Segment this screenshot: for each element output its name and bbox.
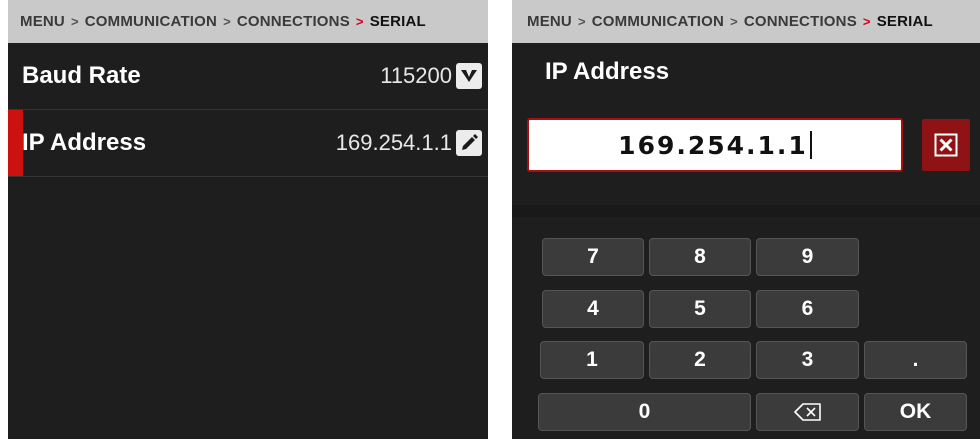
breadcrumb-separator-active: > [355, 14, 364, 29]
ip-address-edit-button[interactable] [456, 130, 482, 156]
key-5[interactable]: 5 [649, 290, 751, 328]
breadcrumb-separator: > [577, 14, 586, 29]
baud-rate-value: 115200 [380, 63, 452, 88]
clear-button[interactable] [922, 119, 970, 171]
row-divider [8, 176, 488, 177]
key-6[interactable]: 6 [756, 290, 859, 328]
key-decimal-point[interactable]: . [864, 341, 967, 379]
chevron-down-icon [461, 70, 477, 82]
text-caret [809, 131, 812, 159]
baud-rate-dropdown-button[interactable] [456, 63, 482, 89]
editor-title: IP Address [545, 58, 670, 85]
key-8[interactable]: 8 [649, 238, 751, 276]
ip-address-input-text: 169.254.1.1 [618, 130, 808, 160]
breadcrumb-menu[interactable]: MENU [527, 13, 572, 30]
key-2[interactable]: 2 [649, 341, 751, 379]
backspace-icon [793, 403, 821, 421]
baud-rate-label: Baud Rate [22, 62, 141, 89]
key-0[interactable]: 0 [538, 393, 751, 431]
breadcrumb-serial: SERIAL [876, 13, 933, 30]
ip-address-label: IP Address [22, 129, 147, 156]
ip-address-row[interactable]: IP Address 169.254.1.1 [8, 110, 488, 176]
ok-button[interactable]: OK [864, 393, 967, 431]
ip-address-value: 169.254.1.1 [335, 130, 452, 155]
breadcrumb-separator-active: > [862, 14, 871, 29]
editor-divider [512, 205, 980, 217]
pencil-icon [462, 134, 478, 150]
breadcrumb-serial: SERIAL [369, 13, 426, 30]
breadcrumb-connections[interactable]: CONNECTIONS [744, 13, 857, 30]
key-9[interactable]: 9 [756, 238, 859, 276]
key-1[interactable]: 1 [540, 341, 644, 379]
key-4[interactable]: 4 [542, 290, 644, 328]
breadcrumb-communication[interactable]: COMMUNICATION [85, 13, 217, 30]
key-3[interactable]: 3 [756, 341, 859, 379]
breadcrumb-menu[interactable]: MENU [20, 13, 65, 30]
breadcrumb-separator: > [223, 14, 231, 29]
ip-editor-panel: MENU > COMMUNICATION > CONNECTIONS > SER… [512, 0, 980, 439]
breadcrumb: MENU > COMMUNICATION > CONNECTIONS > SER… [512, 0, 980, 43]
breadcrumb-communication[interactable]: COMMUNICATION [592, 13, 724, 30]
breadcrumb-separator: > [70, 14, 79, 29]
close-box-icon [934, 133, 958, 157]
key-7[interactable]: 7 [542, 238, 644, 276]
breadcrumb: MENU > COMMUNICATION > CONNECTIONS > SER… [8, 0, 488, 43]
backspace-key[interactable] [756, 393, 859, 431]
breadcrumb-connections[interactable]: CONNECTIONS [237, 13, 350, 30]
breadcrumb-separator: > [730, 14, 738, 29]
baud-rate-row[interactable]: Baud Rate 115200 [8, 43, 488, 109]
settings-panel: MENU > COMMUNICATION > CONNECTIONS > SER… [8, 0, 488, 439]
ip-address-input[interactable]: 169.254.1.1 [527, 118, 903, 172]
